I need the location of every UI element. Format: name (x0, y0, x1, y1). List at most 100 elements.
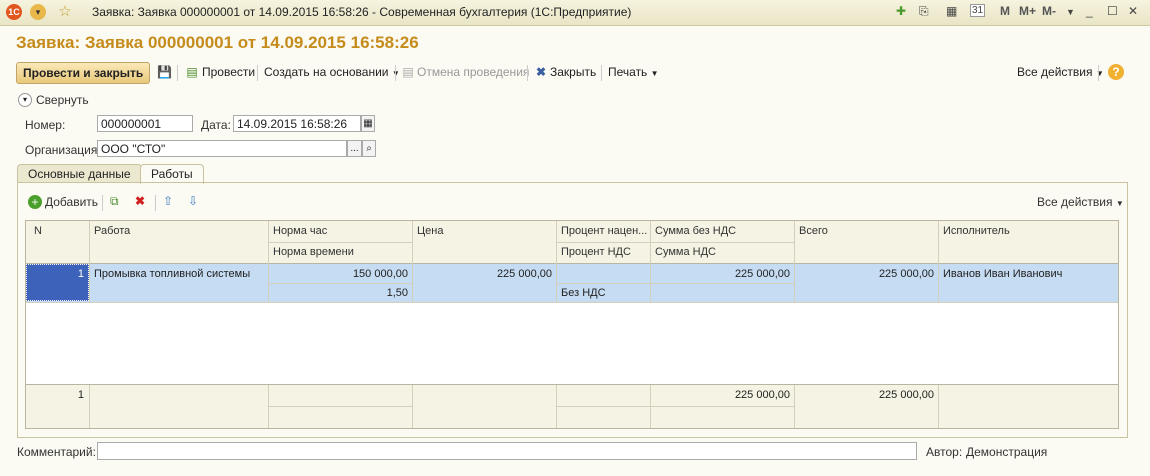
cell-price[interactable]: 225 000,00 (413, 266, 556, 282)
comment-label: Комментарий: (17, 445, 96, 459)
column-header-total[interactable]: Всего (795, 222, 938, 240)
column-header-vat-percent[interactable]: Процент НДС (557, 243, 650, 261)
cell-vat-percent[interactable]: Без НДС (557, 285, 650, 301)
toolbar-separator (395, 65, 396, 81)
page-title: Заявка: Заявка 000000001 от 14.09.2015 1… (16, 33, 419, 52)
grid-line (269, 283, 412, 284)
grid-line (556, 385, 557, 428)
grid-line (89, 385, 90, 428)
grid-line (269, 242, 412, 243)
toolbar-separator (601, 65, 602, 81)
window-title: Заявка: Заявка 000000001 от 14.09.2015 1… (92, 5, 632, 19)
chevron-down-icon: ▼ (1115, 199, 1124, 208)
number-label: Номер: (25, 118, 66, 132)
cell-norm-time[interactable]: 1,50 (269, 285, 412, 301)
date-field[interactable] (233, 115, 361, 132)
toolbar-separator (257, 65, 258, 81)
cancel-posting-icon: ▤ (402, 65, 414, 79)
column-header-norm-hour[interactable]: Норма час (269, 222, 412, 240)
grid-line (938, 385, 939, 428)
move-up-icon[interactable]: ⇧ (163, 194, 173, 208)
memory-button[interactable]: M (1000, 4, 1010, 18)
print-button[interactable]: Печать ▼ (608, 65, 659, 79)
footer-n: 1 (77, 389, 84, 401)
cell-vat-sum[interactable] (651, 285, 794, 289)
tab-main-data[interactable]: Основные данные (17, 164, 142, 183)
link-icon[interactable]: ⎘ (919, 4, 929, 19)
move-down-icon[interactable]: ⇩ (188, 194, 198, 208)
post-icon: ▤ (186, 65, 198, 79)
calendar-icon[interactable]: 31 (970, 4, 986, 17)
cell-sum-without-vat[interactable]: 225 000,00 (651, 266, 794, 282)
cancel-posting-button[interactable]: Отмена проведения (417, 65, 529, 79)
toolbar-separator (527, 65, 528, 81)
column-header-norm-time[interactable]: Норма времени (269, 243, 412, 261)
maximize-icon[interactable]: ☐ (1107, 4, 1118, 18)
all-actions-button[interactable]: Все действия ▼ (1017, 65, 1104, 79)
add-row-button[interactable]: Добавить (45, 195, 98, 209)
cell-norm-hour[interactable]: 150 000,00 (269, 266, 412, 282)
delete-row-icon[interactable]: ✖ (135, 194, 145, 208)
cell-total[interactable]: 225 000,00 (795, 266, 938, 282)
grid-line (268, 385, 269, 428)
post-button[interactable]: Провести (202, 65, 255, 79)
memory-minus-button[interactable]: M- (1042, 4, 1056, 18)
cell-work[interactable]: Промывка топливной системы (90, 266, 268, 282)
footer-sum-without-vat: 225 000,00 (734, 389, 790, 401)
grid-line (26, 384, 1118, 385)
create-based-on-label: Создать на основании (264, 65, 389, 79)
app-logo-icon[interactable]: 1С (6, 4, 22, 20)
minimize-icon[interactable]: _ (1086, 4, 1093, 18)
grid-line (938, 221, 939, 302)
toolbar-separator (155, 195, 156, 211)
grid-line (557, 242, 794, 243)
chevron-down-icon[interactable]: ▼ (1066, 7, 1075, 17)
works-table[interactable]: N Работа Норма час Норма времени Цена Пр… (25, 220, 1119, 429)
comment-field[interactable] (97, 442, 917, 460)
organization-field[interactable] (97, 140, 347, 157)
window-title-bar: 1С ▾ ☆ Заявка: Заявка 000000001 от 14.09… (0, 0, 1150, 26)
cell-executor[interactable]: Иванов Иван Иванович (939, 266, 1117, 282)
chevron-down-icon: ▼ (1095, 69, 1104, 78)
column-header-price[interactable]: Цена (413, 222, 556, 240)
memory-plus-button[interactable]: M+ (1019, 4, 1036, 18)
open-organization-icon[interactable]: ⌕ (362, 140, 376, 157)
copy-row-icon[interactable]: ⧉ (110, 194, 119, 209)
add-favorite-icon[interactable]: ✚ (896, 4, 906, 18)
collapse-toggle-icon[interactable]: ▾ (18, 93, 32, 107)
column-header-sum-without-vat[interactable]: Сумма без НДС (651, 222, 794, 240)
grid-line (556, 221, 557, 302)
help-icon[interactable]: ? (1108, 64, 1124, 80)
tab-works[interactable]: Работы (140, 164, 204, 184)
calculator-icon[interactable]: ▦ (946, 4, 957, 18)
organization-label: Организация: (25, 143, 101, 157)
grid-line (557, 406, 794, 407)
grid-all-actions-button[interactable]: Все действия ▼ (1037, 195, 1124, 209)
cell-n[interactable]: 1 (26, 266, 88, 282)
column-header-work[interactable]: Работа (90, 222, 268, 240)
post-and-close-button[interactable]: Провести и закрыть (16, 62, 151, 84)
create-based-on-button[interactable]: Создать на основании ▼ (264, 65, 400, 79)
all-actions-label: Все действия (1017, 65, 1093, 79)
add-icon: + (28, 195, 42, 209)
grid-line (650, 385, 651, 428)
choose-organization-button[interactable]: ... (347, 140, 362, 157)
document-toolbar: Провести и закрыть 💾 ▤ Провести Создать … (14, 62, 1134, 84)
favorites-star-icon[interactable]: ☆ (57, 4, 73, 20)
column-header-n[interactable]: N (30, 222, 90, 240)
save-icon[interactable]: 💾 (157, 65, 172, 79)
column-header-markup-percent[interactable]: Процент нацен... (557, 222, 650, 240)
column-header-executor[interactable]: Исполнитель (939, 222, 1117, 240)
cell-markup-percent[interactable] (557, 266, 650, 270)
collapse-label[interactable]: Свернуть (36, 93, 89, 107)
grid-line (412, 385, 413, 428)
grid-line (557, 283, 794, 284)
menu-dropdown-icon[interactable]: ▾ (30, 4, 46, 20)
column-header-vat-sum[interactable]: Сумма НДС (651, 243, 794, 261)
number-field[interactable] (97, 115, 193, 132)
calendar-picker-icon[interactable]: ▦ (361, 115, 375, 132)
toolbar-separator (177, 65, 178, 81)
close-button[interactable]: Закрыть (550, 65, 596, 79)
close-icon[interactable]: ✕ (1128, 4, 1138, 18)
close-x-icon: ✖ (535, 65, 547, 79)
